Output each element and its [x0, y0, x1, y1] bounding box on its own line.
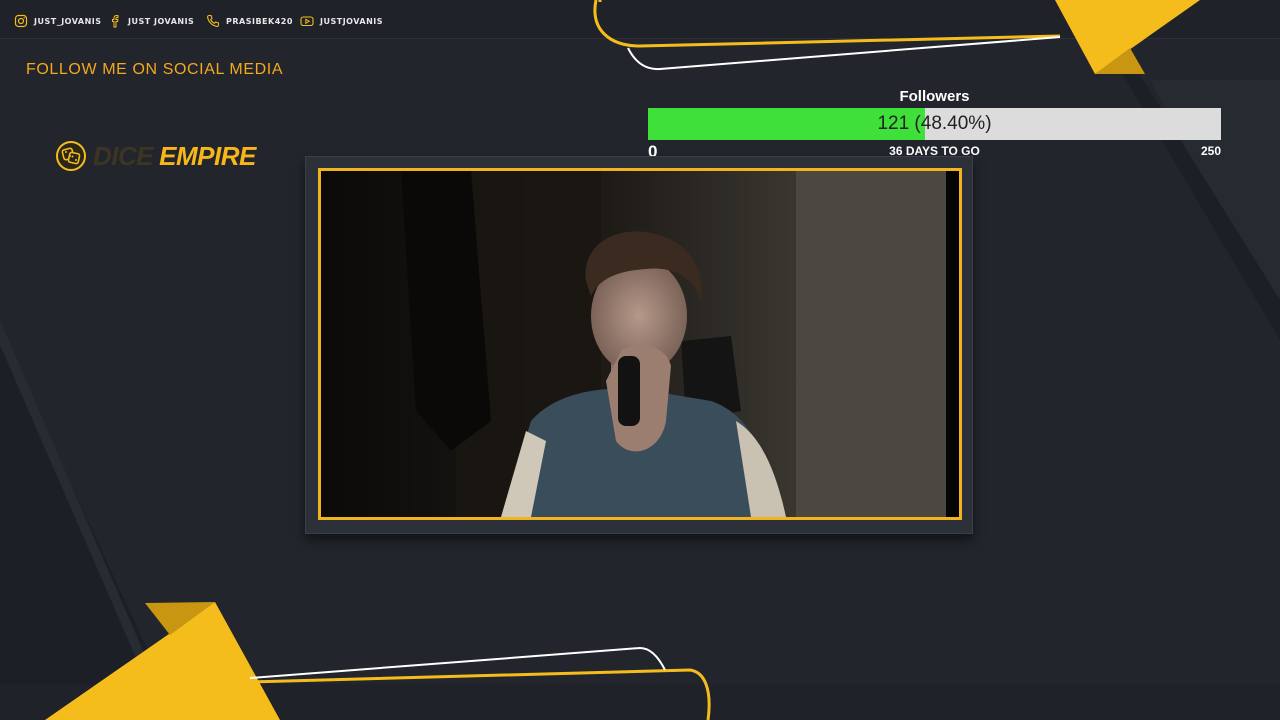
- goal-progress-bar: 121 (48.40%): [648, 108, 1221, 140]
- social-item-instagram[interactable]: JUST_JOVANIS: [14, 14, 102, 28]
- social-item-facebook[interactable]: JUST JOVANIS: [108, 14, 194, 28]
- dice-icon: [56, 141, 86, 171]
- facebook-icon: [112, 14, 119, 28]
- webcam-feed: [318, 168, 962, 520]
- goal-title: Followers: [899, 88, 970, 105]
- social-bar: JUST_JOVANIS JUST JOVANIS PRASIBEK420 JU…: [0, 0, 1280, 40]
- logo-text-dim: DICE: [93, 140, 154, 171]
- social-label-youtube: JUSTJOVANIS: [320, 16, 384, 26]
- social-label-instagram: JUST_JOVANIS: [34, 16, 102, 26]
- instagram-icon: [14, 14, 28, 28]
- channel-logo: DICE EMPIRE: [55, 140, 256, 172]
- webcam-image: [321, 171, 959, 517]
- social-label-facebook: JUST JOVANIS: [128, 16, 195, 26]
- youtube-icon: [300, 16, 314, 27]
- social-item-phone[interactable]: PRASIBEK420: [206, 14, 293, 28]
- social-item-youtube[interactable]: JUSTJOVANIS: [300, 14, 383, 28]
- social-label-phone: PRASIBEK420: [226, 16, 293, 26]
- phone-icon: [207, 14, 220, 27]
- follow-heading: FOLLOW ME ON SOCIAL MEDIA: [26, 61, 284, 78]
- logo-text-main: EMPIRE: [159, 140, 256, 171]
- goal-max-label: 250: [1200, 144, 1221, 158]
- goal-progress-text: 121 (48.40%): [877, 113, 992, 134]
